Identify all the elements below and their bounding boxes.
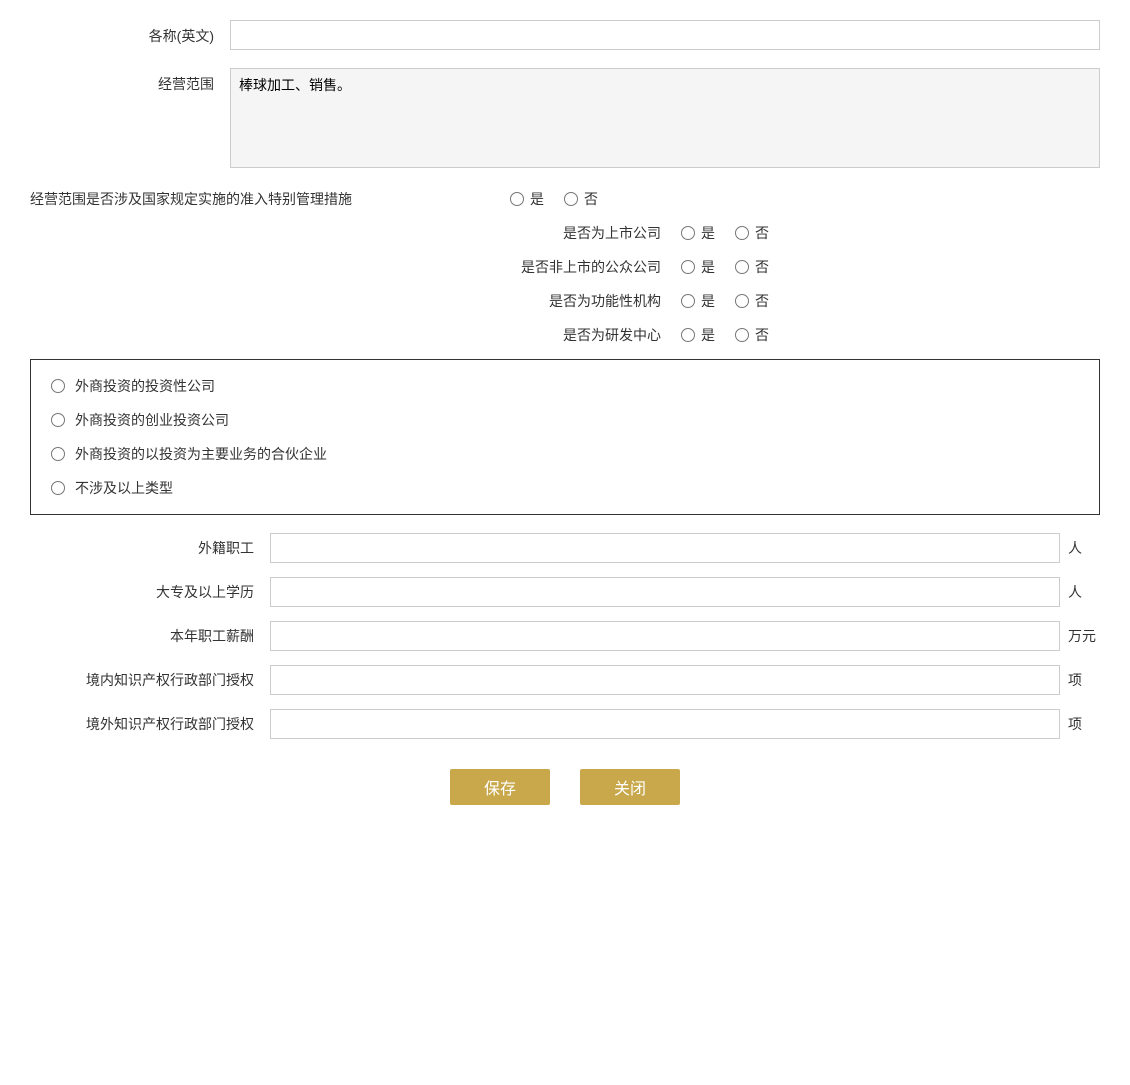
business-scope-control: 棒球加工、销售。 [230, 68, 1100, 171]
rd-center-row: 是否为研发中心 是 否 [30, 325, 1100, 345]
investment-type-3-label: 外商投资的以投资为主要业务的合伙企业 [75, 444, 327, 464]
form-container: 各称(英文) 经营范围 棒球加工、销售。 经营范围是否涉及国家规定实施的准入特别… [30, 20, 1100, 805]
college-above-unit: 人 [1060, 582, 1100, 602]
button-row: 保存 关闭 [30, 769, 1100, 805]
public-company-no[interactable]: 否 [735, 257, 769, 277]
investment-type-3[interactable]: 外商投资的以投资为主要业务的合伙企业 [51, 444, 1079, 464]
investment-type-1-label: 外商投资的投资性公司 [75, 376, 215, 396]
college-above-row: 大专及以上学历 人 [30, 577, 1100, 607]
functional-org-row: 是否为功能性机构 是 否 [30, 291, 1100, 311]
listed-company-yes[interactable]: 是 [681, 223, 715, 243]
foreign-employees-label: 外籍职工 [30, 538, 270, 558]
functional-org-label: 是否为功能性机构 [361, 291, 661, 311]
rd-center-yes[interactable]: 是 [681, 325, 715, 345]
english-name-label: 各称(英文) [30, 20, 230, 46]
foreign-ip-unit: 项 [1060, 714, 1100, 734]
rd-center-no[interactable]: 否 [735, 325, 769, 345]
public-company-row: 是否非上市的公众公司 是 否 [30, 257, 1100, 277]
public-company-label: 是否非上市的公众公司 [361, 257, 661, 277]
special-mgmt-yes[interactable]: 是 [510, 189, 544, 209]
close-button[interactable]: 关闭 [580, 769, 680, 805]
functional-org-yes[interactable]: 是 [681, 291, 715, 311]
special-mgmt-label: 经营范围是否涉及国家规定实施的准入特别管理措施 [30, 189, 510, 209]
college-above-label: 大专及以上学历 [30, 582, 270, 602]
business-scope-textarea[interactable]: 棒球加工、销售。 [230, 68, 1100, 168]
investment-type-2[interactable]: 外商投资的创业投资公司 [51, 410, 1079, 430]
annual-salary-input[interactable] [270, 621, 1060, 651]
rd-center-label: 是否为研发中心 [361, 325, 661, 345]
annual-salary-unit: 万元 [1060, 626, 1100, 646]
listed-company-row: 是否为上市公司 是 否 [30, 223, 1100, 243]
domestic-ip-label: 境内知识产权行政部门授权 [30, 670, 270, 690]
annual-salary-row: 本年职工薪酬 万元 [30, 621, 1100, 651]
listed-company-label: 是否为上市公司 [361, 223, 661, 243]
investment-type-2-label: 外商投资的创业投资公司 [75, 410, 229, 430]
investment-type-1[interactable]: 外商投资的投资性公司 [51, 376, 1079, 396]
annual-salary-label: 本年职工薪酬 [30, 626, 270, 646]
special-mgmt-row: 经营范围是否涉及国家规定实施的准入特别管理措施 是 否 [30, 189, 1100, 209]
functional-org-options: 是 否 [681, 291, 769, 311]
save-button[interactable]: 保存 [450, 769, 550, 805]
investment-type-4[interactable]: 不涉及以上类型 [51, 478, 1079, 498]
domestic-ip-unit: 项 [1060, 670, 1100, 690]
special-mgmt-options: 是 否 [510, 189, 598, 209]
foreign-employees-unit: 人 [1060, 538, 1100, 558]
foreign-ip-label: 境外知识产权行政部门授权 [30, 714, 270, 734]
special-mgmt-no[interactable]: 否 [564, 189, 598, 209]
foreign-employees-input[interactable] [270, 533, 1060, 563]
domestic-ip-row: 境内知识产权行政部门授权 项 [30, 665, 1100, 695]
foreign-ip-row: 境外知识产权行政部门授权 项 [30, 709, 1100, 739]
listed-company-options: 是 否 [681, 223, 769, 243]
public-company-yes[interactable]: 是 [681, 257, 715, 277]
functional-org-no[interactable]: 否 [735, 291, 769, 311]
listed-company-no[interactable]: 否 [735, 223, 769, 243]
english-name-control [230, 20, 1100, 50]
public-company-options: 是 否 [681, 257, 769, 277]
foreign-employees-row: 外籍职工 人 [30, 533, 1100, 563]
college-above-input[interactable] [270, 577, 1060, 607]
business-scope-label: 经营范围 [30, 68, 230, 94]
investment-type-box: 外商投资的投资性公司 外商投资的创业投资公司 外商投资的以投资为主要业务的合伙企… [30, 359, 1100, 515]
rd-center-options: 是 否 [681, 325, 769, 345]
domestic-ip-input[interactable] [270, 665, 1060, 695]
business-scope-row: 经营范围 棒球加工、销售。 [30, 68, 1100, 171]
investment-type-4-label: 不涉及以上类型 [75, 478, 173, 498]
foreign-ip-input[interactable] [270, 709, 1060, 739]
english-name-row: 各称(英文) [30, 20, 1100, 50]
english-name-input[interactable] [230, 20, 1100, 50]
